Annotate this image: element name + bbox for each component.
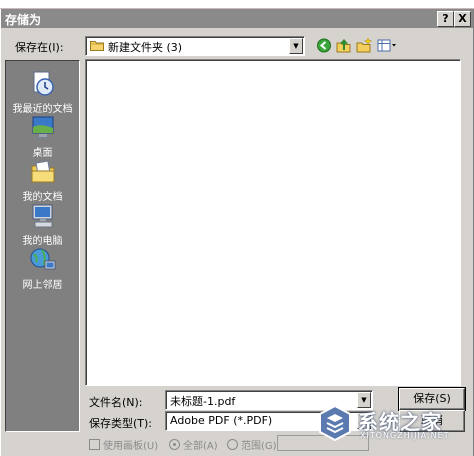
save-in-value: 新建文件夹 (3) xyxy=(108,41,183,54)
chevron-down-icon[interactable]: ▼ xyxy=(289,38,303,54)
watermark-logo-icon xyxy=(319,404,351,442)
network-places-icon xyxy=(30,248,55,270)
place-my-documents[interactable]: 我的文档 xyxy=(6,157,79,203)
recent-documents-icon xyxy=(33,71,54,96)
filename-value: 未标题-1.pdf xyxy=(170,395,236,408)
back-icon[interactable] xyxy=(315,37,333,54)
use-artboards-label: 使用画板(U) xyxy=(103,441,159,452)
my-documents-icon xyxy=(31,160,54,183)
save-as-dialog: 存储为 ? X 保存在(I): 新建文件夹 (3) ▼ 我最近的文档 桌面 我的… xyxy=(0,9,474,456)
background-window-strip xyxy=(0,0,474,9)
folder-icon xyxy=(90,40,104,51)
range-all-radio[interactable]: 全部(A) xyxy=(169,437,218,452)
title-bar[interactable]: 存储为 ? X xyxy=(1,9,473,28)
filetype-label: 保存类型(T): xyxy=(89,417,153,430)
close-button[interactable]: X xyxy=(454,11,471,27)
watermark-url: XITONGZHIJIA.NET xyxy=(360,431,450,440)
use-artboards-checkbox[interactable]: 使用画板(U) xyxy=(89,437,158,452)
place-label: 网上邻居 xyxy=(22,280,63,291)
place-recent-documents[interactable]: 我最近的文档 xyxy=(6,69,79,115)
my-computer-icon xyxy=(32,204,52,228)
dialog-title: 存储为 xyxy=(5,13,42,27)
up-folder-icon[interactable] xyxy=(335,37,353,54)
range-all-label: 全部(A) xyxy=(183,441,218,452)
watermark: 系统之家 XITONGZHIJIA.NET xyxy=(316,400,468,448)
place-my-computer[interactable]: 我的电脑 xyxy=(6,201,79,247)
desktop-icon xyxy=(32,116,53,139)
filename-label: 文件名(N): xyxy=(89,396,143,409)
save-in-label: 保存在(I): xyxy=(15,41,64,54)
save-in-dropdown[interactable]: 新建文件夹 (3) ▼ xyxy=(85,36,305,56)
range-pages-radio[interactable]: 范围(G) xyxy=(227,437,277,452)
place-desktop[interactable]: 桌面 xyxy=(6,113,79,159)
view-menu-icon[interactable] xyxy=(376,37,398,54)
help-button[interactable]: ? xyxy=(437,11,454,27)
range-pages-label: 范围(G) xyxy=(241,441,277,452)
file-list-view[interactable] xyxy=(85,59,461,386)
radio-selected-icon xyxy=(169,439,180,450)
places-bar: 我最近的文档 桌面 我的文档 我的电脑 网上邻居 xyxy=(5,60,80,432)
radio-icon xyxy=(227,439,238,450)
checkbox-box xyxy=(89,439,100,450)
filetype-value: Adobe PDF (*.PDF) xyxy=(170,414,273,427)
new-folder-icon[interactable] xyxy=(355,37,373,54)
place-network[interactable]: 网上邻居 xyxy=(6,245,79,291)
